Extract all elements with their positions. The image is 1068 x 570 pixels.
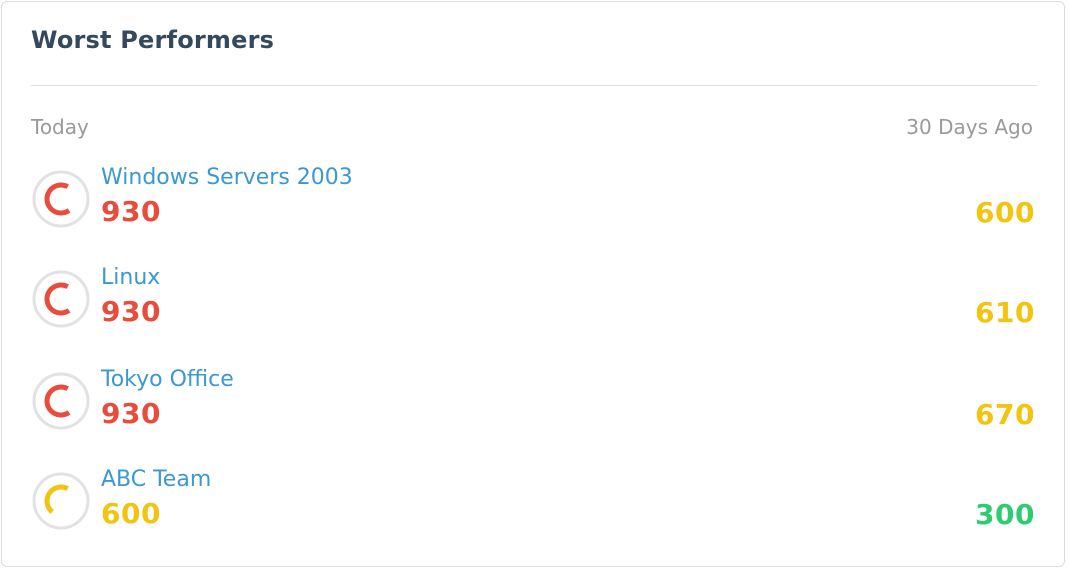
widget-title: Worst Performers [31, 26, 275, 54]
performer-name-link[interactable]: Windows Servers 2003 [101, 165, 353, 190]
score-gauge-icon [32, 472, 90, 530]
performer-name-link[interactable]: Linux [101, 265, 160, 290]
performer-row: ABC Team 600 300 [2, 467, 1066, 561]
gauge-arc [44, 484, 69, 514]
worst-performers-card: Worst Performers Today 30 Days Ago Windo… [1, 1, 1065, 567]
score-gauge-icon [32, 372, 90, 430]
today-score: 930 [101, 295, 161, 328]
gauge-ring [32, 472, 90, 530]
title-divider [31, 85, 1037, 86]
today-score: 600 [101, 497, 161, 530]
today-score: 930 [101, 195, 161, 228]
column-30-days-ago-label: 30 Days Ago [906, 115, 1033, 139]
today-score: 930 [101, 397, 161, 430]
gauge-ring [32, 372, 90, 430]
performer-name-link[interactable]: ABC Team [101, 467, 211, 492]
past-score: 610 [975, 296, 1035, 329]
gauge-arc [44, 182, 71, 216]
gauge-arc [44, 282, 71, 316]
performer-row: Linux 930 610 [2, 265, 1066, 359]
gauge-ring [32, 170, 90, 228]
performer-row: Windows Servers 2003 930 600 [2, 165, 1066, 259]
performer-row: Tokyo Office 930 670 [2, 367, 1066, 461]
score-gauge-icon [32, 270, 90, 328]
past-score: 300 [975, 498, 1035, 531]
past-score: 670 [975, 398, 1035, 431]
column-today-label: Today [31, 115, 89, 139]
performer-name-link[interactable]: Tokyo Office [101, 367, 234, 392]
score-gauge-icon [32, 170, 90, 228]
gauge-arc [44, 384, 71, 418]
past-score: 600 [975, 196, 1035, 229]
gauge-ring [32, 270, 90, 328]
